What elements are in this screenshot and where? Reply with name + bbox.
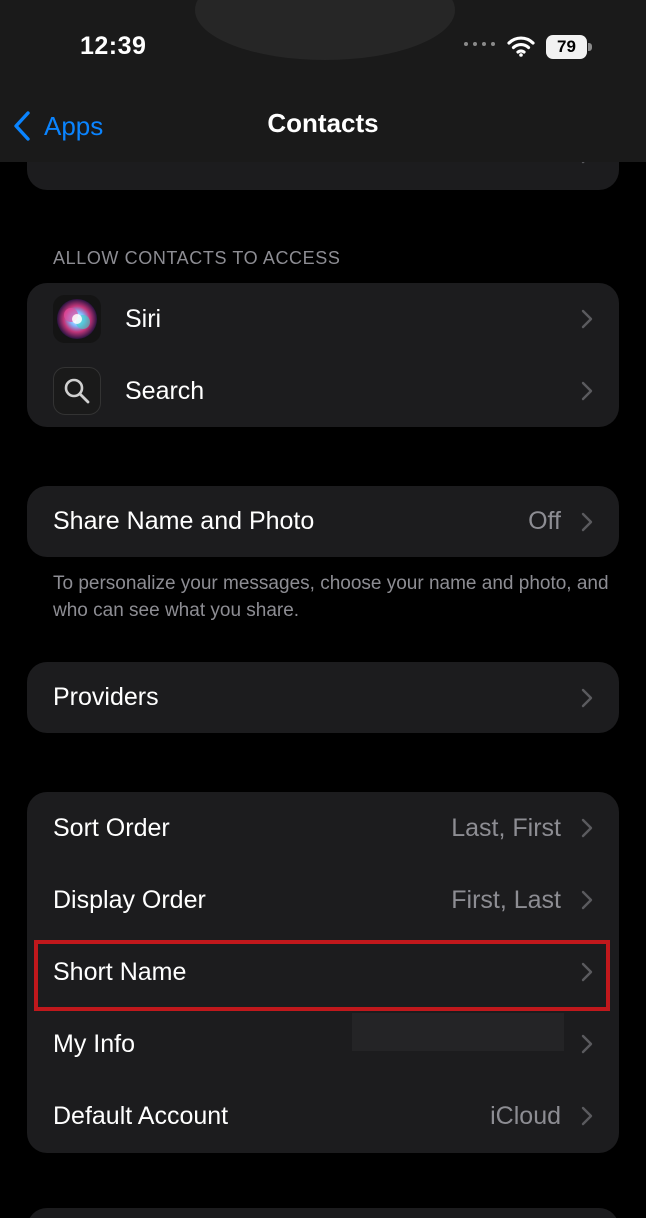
chevron-right-icon xyxy=(581,309,593,329)
siri-icon xyxy=(53,295,101,343)
search-icon xyxy=(53,367,101,415)
sort-order-value: Last, First xyxy=(451,813,561,842)
providers-label: Providers xyxy=(53,683,159,711)
wallpaper-shape xyxy=(195,0,455,60)
providers-row[interactable]: Providers xyxy=(27,662,619,733)
siri-row[interactable]: Siri xyxy=(27,283,619,355)
chevron-right-icon xyxy=(581,1034,593,1054)
highlight-box xyxy=(34,940,610,1011)
top-bar: 12:39 79 Apps Contacts xyxy=(0,0,646,162)
redacted-area xyxy=(352,1013,564,1051)
section-header-access: ALLOW CONTACTS TO ACCESS xyxy=(53,248,341,268)
default-account-label: Default Account xyxy=(53,1101,229,1130)
search-row[interactable]: Search xyxy=(27,355,619,427)
display-order-label: Display Order xyxy=(53,885,206,914)
chevron-right-icon xyxy=(581,381,593,401)
default-account-value: iCloud xyxy=(490,1101,561,1130)
share-name-photo-row[interactable]: Share Name and Photo Off xyxy=(27,486,619,557)
chevron-right-icon xyxy=(581,512,593,531)
share-footnote: To personalize your messages, choose you… xyxy=(53,573,609,621)
status-time: 12:39 xyxy=(80,32,147,60)
battery-level: 79 xyxy=(546,35,587,59)
wifi-icon xyxy=(507,36,535,57)
cellular-signal-icon xyxy=(464,42,495,46)
display-order-row[interactable]: Display Order First, Last xyxy=(27,864,619,936)
siri-label: Siri xyxy=(125,304,162,333)
default-account-row[interactable]: Default Account iCloud xyxy=(27,1080,619,1152)
chevron-right-icon xyxy=(581,688,593,707)
next-group xyxy=(27,1208,619,1218)
page-title: Contacts xyxy=(267,108,379,138)
sort-order-row[interactable]: Sort Order Last, First xyxy=(27,792,619,864)
chevron-right-icon xyxy=(581,818,593,838)
chevron-right-icon xyxy=(581,890,593,910)
battery-icon: 79 xyxy=(546,35,592,59)
providers-group: Providers xyxy=(27,662,619,733)
share-group: Share Name and Photo Off xyxy=(27,486,619,557)
share-name-photo-value: Off xyxy=(528,507,561,535)
access-group: Siri Search xyxy=(27,283,619,427)
search-label: Search xyxy=(125,376,205,405)
sort-order-label: Sort Order xyxy=(53,813,170,842)
chevron-right-icon xyxy=(581,1106,593,1126)
share-name-photo-label: Share Name and Photo xyxy=(53,507,315,535)
display-order-value: First, Last xyxy=(451,885,561,914)
